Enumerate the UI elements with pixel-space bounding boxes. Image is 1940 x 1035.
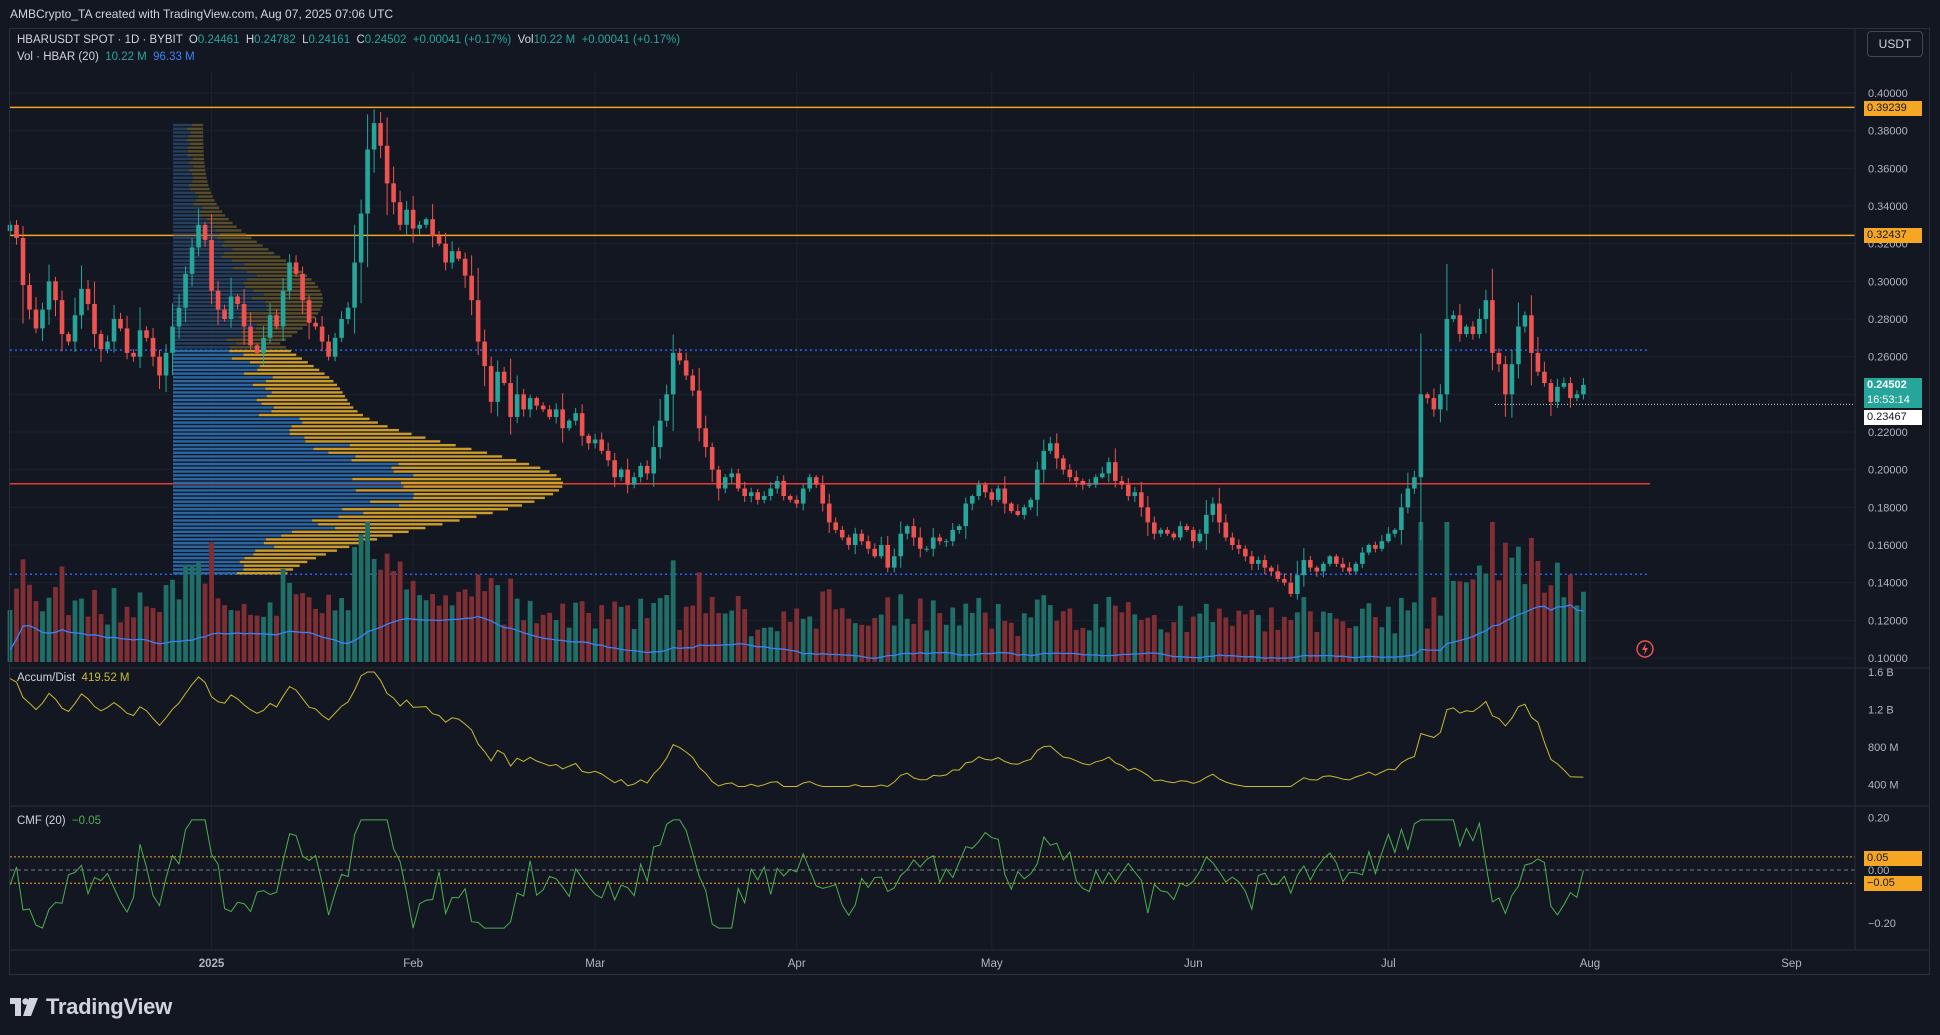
footer bbox=[0, 975, 1940, 1035]
countdown-tag: 16:53:14 bbox=[1864, 393, 1922, 408]
level-top-tag: 0.39239 bbox=[1864, 101, 1922, 116]
volume-value: 10.22 M bbox=[105, 51, 147, 63]
chart-frame bbox=[9, 28, 1930, 975]
ad-legend: Accum/Dist 419.52 M bbox=[17, 672, 130, 684]
low-value: 0.24161 bbox=[308, 34, 351, 46]
symbol-name[interactable]: HBARUSDT SPOT · 1D · BYBIT bbox=[17, 34, 183, 46]
ad-indicator-name[interactable]: Accum/Dist bbox=[17, 672, 75, 684]
ad-value: 419.52 M bbox=[81, 672, 130, 684]
cmf-upper-tag: 0.05 bbox=[1864, 851, 1922, 866]
volume-legend: Vol · HBAR (20) 10.22 M 96.33 M bbox=[17, 51, 195, 63]
close-value: 0.24502 bbox=[364, 34, 407, 46]
cmf-lower-tag: −0.05 bbox=[1864, 876, 1922, 891]
volume-ma-value: 96.33 M bbox=[153, 51, 195, 63]
cmf-value: −0.05 bbox=[71, 815, 102, 827]
brand-name: TradingView bbox=[46, 994, 172, 1019]
change-value: +0.00041 (+0.17%) bbox=[412, 34, 512, 46]
level-mid-tag: 0.32437 bbox=[1864, 228, 1922, 243]
close-label: C bbox=[356, 34, 365, 46]
cmf-indicator-name[interactable]: CMF (20) bbox=[17, 815, 66, 827]
vol-change: +0.00041 (+0.17%) bbox=[581, 34, 681, 46]
support-price-tag: 0.23467 bbox=[1864, 410, 1922, 425]
volume-indicator-name[interactable]: Vol · HBAR (20) bbox=[17, 51, 99, 63]
symbol-legend: HBARUSDT SPOT · 1D · BYBIT O0.24461 H0.2… bbox=[17, 34, 680, 46]
currency-button[interactable]: USDT bbox=[1867, 31, 1923, 57]
tradingview-logo-icon bbox=[10, 998, 38, 1016]
high-label: H bbox=[245, 34, 255, 46]
last-price-tag: 0.24502 bbox=[1864, 378, 1922, 393]
open-label: O bbox=[188, 34, 198, 46]
high-value: 0.24782 bbox=[254, 34, 296, 46]
brand-logo[interactable]: TradingView bbox=[10, 994, 172, 1020]
vol-value: 10.22 M bbox=[533, 34, 576, 46]
vol-label: Vol bbox=[517, 34, 534, 46]
cmf-legend: CMF (20) −0.05 bbox=[17, 815, 101, 827]
open-value: 0.24461 bbox=[197, 34, 240, 46]
